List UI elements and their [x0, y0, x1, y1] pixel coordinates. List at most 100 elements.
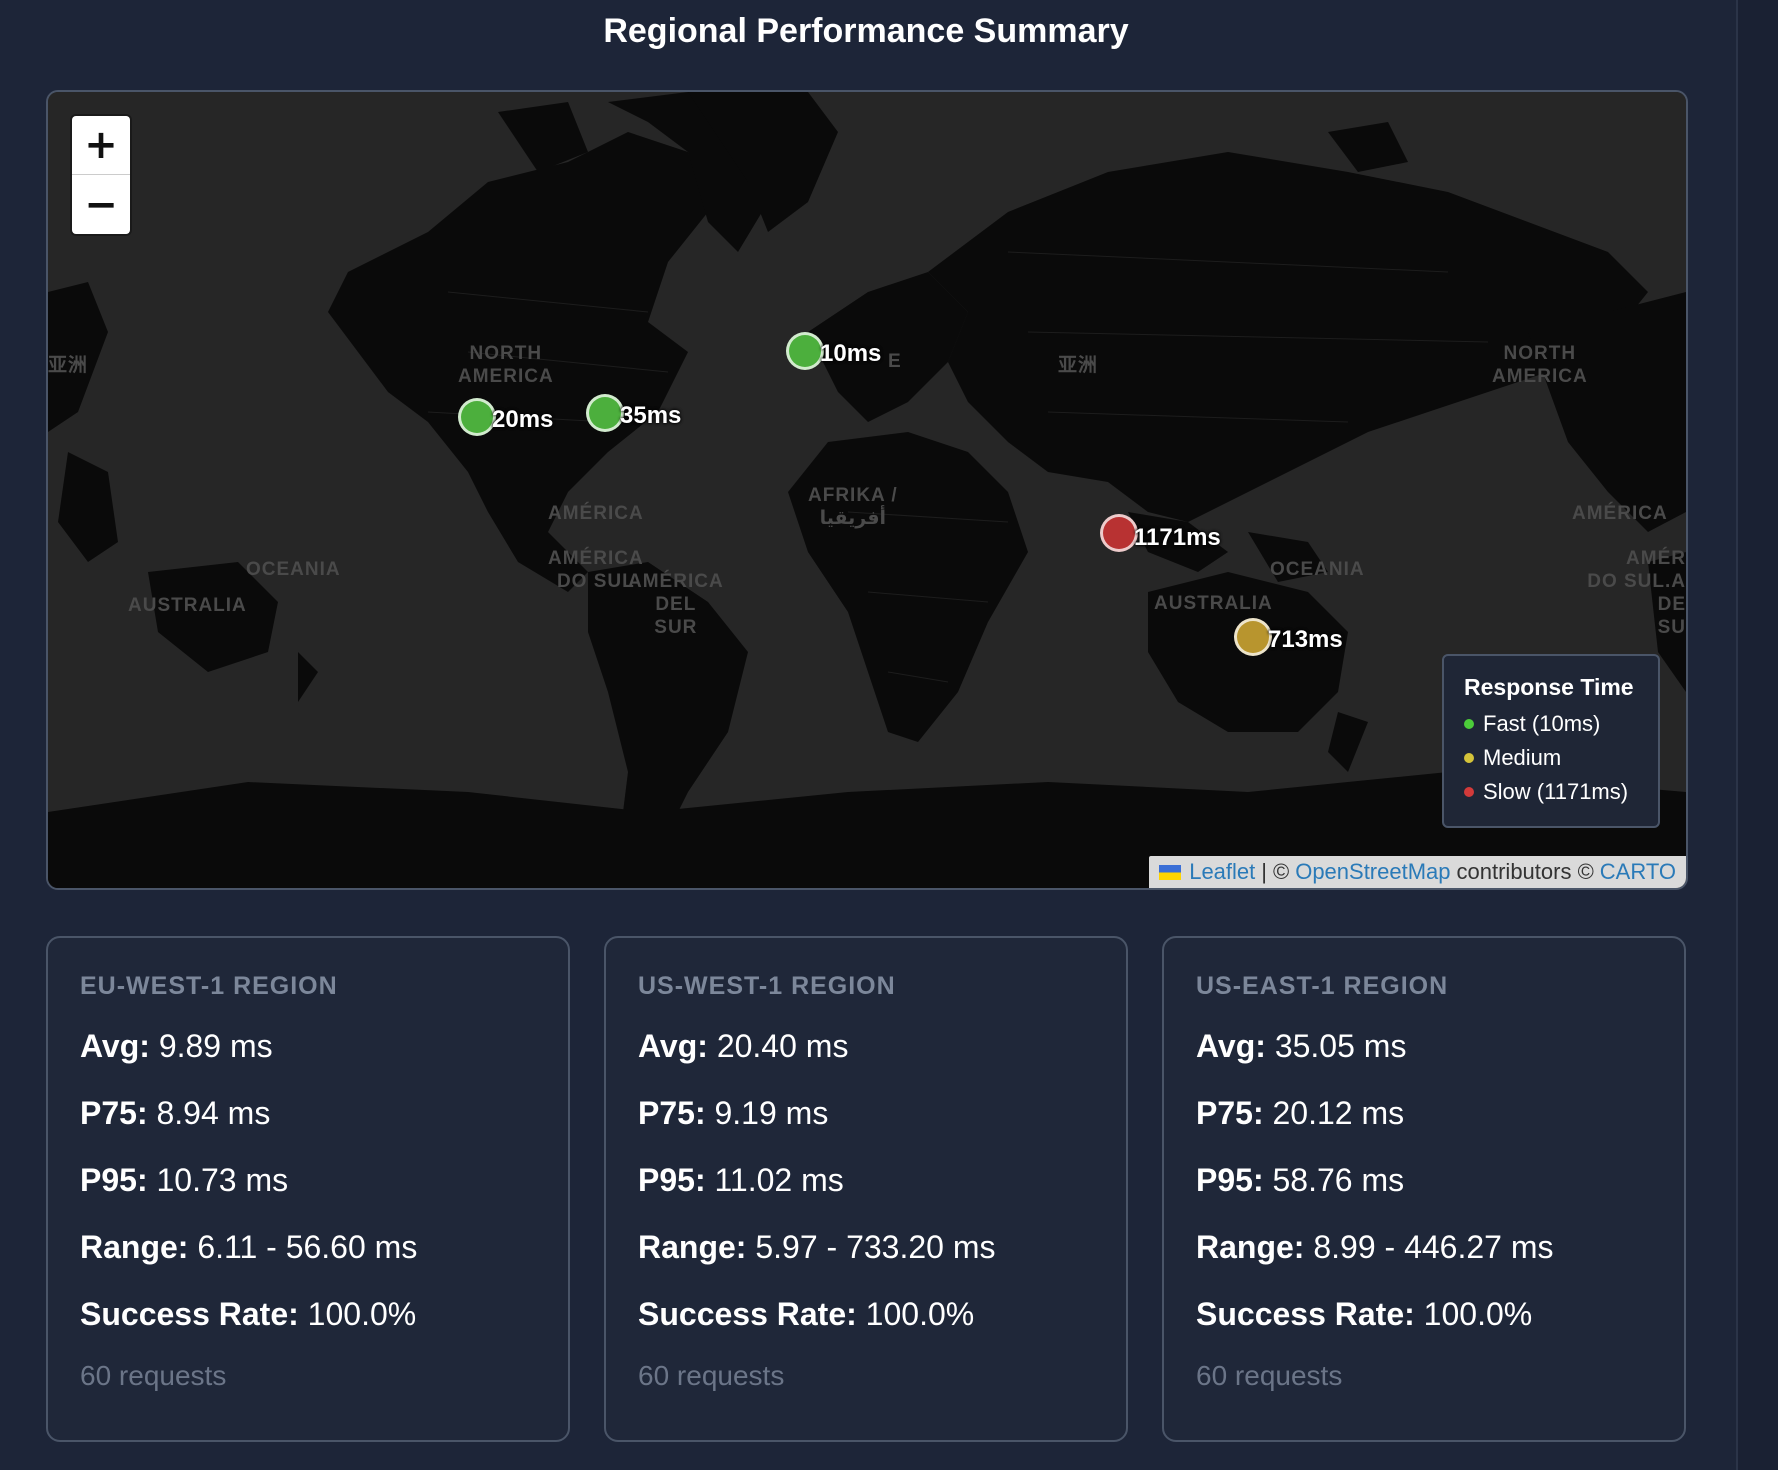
request-count: 60 requests: [1196, 1360, 1343, 1391]
stat-value: 9.19 ms: [714, 1095, 829, 1131]
map-marker-us-west-1[interactable]: [458, 398, 496, 436]
stat-value: 100.0%: [1423, 1296, 1533, 1332]
map-label-south-america-es: AMÉRICA DEL SUR: [628, 571, 724, 638]
stat-success-rate: Success Rate: 100.0%: [1196, 1297, 1652, 1332]
stat-avg: Avg: 35.05 ms: [1196, 1029, 1652, 1064]
leaflet-link[interactable]: Leaflet: [1189, 859, 1255, 885]
legend-label-fast: Fast (10ms): [1483, 711, 1601, 736]
legend-dot-slow-icon: [1464, 787, 1474, 797]
stat-value: 5.97 - 733.20 ms: [755, 1229, 996, 1265]
ukraine-flag-icon: [1159, 864, 1182, 880]
page-scrollbar-strip: [1736, 0, 1778, 1470]
map-label-north-america: NORTH AMERICA: [458, 343, 554, 387]
stat-value: 6.11 - 56.60 ms: [197, 1229, 418, 1265]
map-marker-eu-west-1[interactable]: [786, 332, 824, 370]
stat-label: P75:: [80, 1095, 148, 1131]
stat-value: 100.0%: [865, 1296, 975, 1332]
stat-avg: Avg: 20.40 ms: [638, 1029, 1094, 1064]
stat-label: Range:: [1196, 1229, 1305, 1265]
stat-label: P75:: [638, 1095, 706, 1131]
zoom-out-button[interactable]: −: [72, 176, 130, 234]
stat-label: Success Rate:: [80, 1296, 299, 1332]
stat-label: P75:: [1196, 1095, 1264, 1131]
stat-label: P95:: [80, 1162, 148, 1198]
map-legend: Response Time Fast (10ms) Medium Slow (1…: [1442, 654, 1660, 828]
map-marker-us-east-1[interactable]: [586, 394, 624, 432]
map-label-asia: 亚洲: [1058, 355, 1099, 376]
performance-map[interactable]: 亚洲 NORTH AMERICA AMÉRICA AMÉRICA DO SUL …: [46, 90, 1688, 890]
stat-value: 100.0%: [307, 1296, 417, 1332]
legend-item-fast: Fast (10ms): [1464, 707, 1638, 741]
stat-p95: P95: 58.76 ms: [1196, 1163, 1652, 1198]
stat-value: 35.05 ms: [1274, 1028, 1407, 1064]
region-card-title: US-WEST-1 REGION: [638, 972, 896, 1000]
map-attribution: Leaflet | © OpenStreetMap contributors ©…: [1149, 856, 1686, 888]
stat-value: 8.94 ms: [156, 1095, 271, 1131]
map-label-america-right: AMÉRICA: [1572, 503, 1668, 524]
map-label-africa: AFRIKA / أفريقيا: [808, 485, 898, 529]
attribution-separator: |: [1261, 859, 1267, 884]
stat-label: Success Rate:: [638, 1296, 857, 1332]
map-label-america: AMÉRICA: [548, 503, 644, 524]
region-card-us-west-1: US-WEST-1 REGION Avg: 20.40 ms P75: 9.19…: [604, 936, 1128, 1442]
map-marker-label-us-east-1: 35ms: [620, 402, 682, 429]
stat-value: 20.12 ms: [1272, 1095, 1405, 1131]
stat-avg: Avg: 9.89 ms: [80, 1029, 536, 1064]
region-card-title: EU-WEST-1 REGION: [80, 972, 338, 1000]
map-marker-label-eu-west-1: 10ms: [820, 340, 882, 367]
stat-label: Avg:: [1196, 1028, 1266, 1064]
stat-p95: P95: 11.02 ms: [638, 1163, 1094, 1198]
stat-success-rate: Success Rate: 100.0%: [80, 1297, 536, 1332]
request-count: 60 requests: [638, 1360, 785, 1391]
region-card-title: US-EAST-1 REGION: [1196, 972, 1449, 1000]
legend-label-medium: Medium: [1483, 745, 1562, 770]
zoom-in-button[interactable]: +: [72, 116, 130, 175]
stat-value: 8.99 - 446.27 ms: [1313, 1229, 1554, 1265]
stat-p75: P75: 9.19 ms: [638, 1096, 1094, 1131]
openstreetmap-link[interactable]: OpenStreetMap: [1295, 859, 1450, 885]
map-label-asia-left: 亚洲: [48, 355, 89, 376]
map-label-north-america-right: NORTH AMERICA: [1492, 343, 1588, 387]
region-cards: EU-WEST-1 REGION Avg: 9.89 ms P75: 8.94 …: [46, 936, 1686, 1442]
stat-label: Range:: [80, 1229, 189, 1265]
stat-value: 11.02 ms: [714, 1162, 844, 1198]
stat-range: Range: 8.99 - 446.27 ms: [1196, 1230, 1652, 1265]
stat-label: P95:: [638, 1162, 706, 1198]
map-label-europe-fragment: E: [888, 351, 902, 372]
map-label-oceania: OCEANIA: [1270, 559, 1365, 580]
stat-p75: P75: 8.94 ms: [80, 1096, 536, 1131]
stat-value: 58.76 ms: [1272, 1162, 1405, 1198]
stat-range: Range: 5.97 - 733.20 ms: [638, 1230, 1094, 1265]
map-label-south-america-right: AMÉR DO SUL.A DE SU: [1587, 548, 1686, 638]
zoom-control: + −: [72, 116, 130, 234]
legend-item-medium: Medium: [1464, 741, 1638, 775]
stat-label: Avg:: [638, 1028, 708, 1064]
request-count: 60 requests: [80, 1360, 227, 1391]
legend-dot-medium-icon: [1464, 753, 1474, 763]
stat-label: Range:: [638, 1229, 747, 1265]
legend-label-slow: Slow (1171ms): [1483, 779, 1629, 804]
page-title: Regional Performance Summary: [603, 12, 1129, 50]
map-label-oceania-left: OCEANIA: [246, 559, 341, 580]
stat-range: Range: 6.11 - 56.60 ms: [80, 1230, 536, 1265]
stat-value: 10.73 ms: [156, 1162, 289, 1198]
carto-link[interactable]: CARTO: [1600, 859, 1676, 885]
attribution-contributors: contributors ©: [1456, 859, 1594, 884]
stat-label: Success Rate:: [1196, 1296, 1415, 1332]
attribution-copyright: ©: [1272, 859, 1290, 884]
stat-value: 9.89 ms: [158, 1028, 273, 1064]
map-label-australia-left: AUSTRALIA: [128, 595, 247, 616]
stat-p75: P75: 20.12 ms: [1196, 1096, 1652, 1131]
map-marker-label-ap-southeast-1: 1171ms: [1134, 524, 1221, 551]
legend-title: Response Time: [1464, 674, 1634, 700]
stat-value: 20.40 ms: [716, 1028, 849, 1064]
map-marker-label-ap-southeast-2: 713ms: [1268, 626, 1343, 653]
stat-label: Avg:: [80, 1028, 150, 1064]
legend-dot-fast-icon: [1464, 719, 1474, 729]
map-marker-ap-southeast-1[interactable]: [1100, 514, 1138, 552]
stat-success-rate: Success Rate: 100.0%: [638, 1297, 1094, 1332]
map-marker-ap-southeast-2[interactable]: [1234, 618, 1272, 656]
stat-p95: P95: 10.73 ms: [80, 1163, 536, 1198]
stat-label: P95:: [1196, 1162, 1264, 1198]
region-card-eu-west-1: EU-WEST-1 REGION Avg: 9.89 ms P75: 8.94 …: [46, 936, 570, 1442]
